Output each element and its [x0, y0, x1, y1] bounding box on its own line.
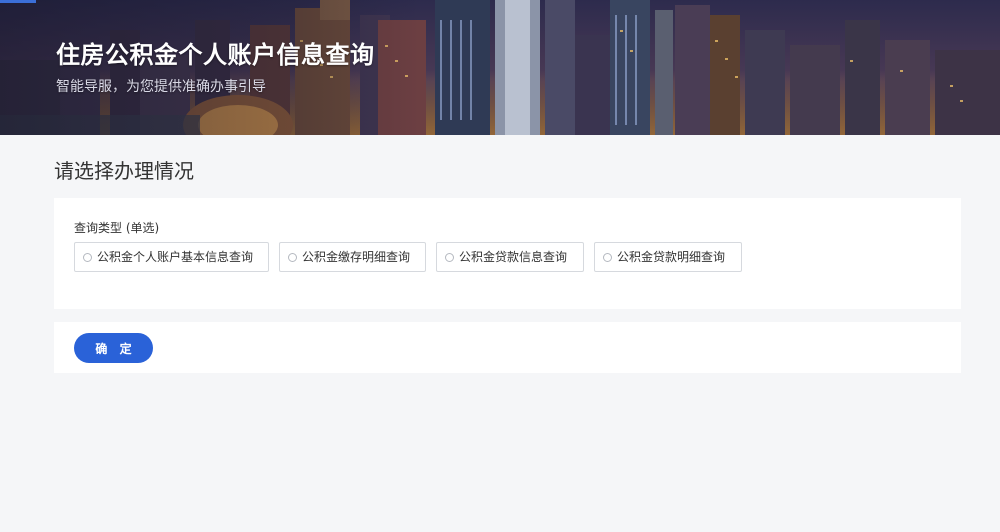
page-subtitle: 智能导服，为您提供准确办事引导 — [56, 79, 266, 95]
radio-option-label: 公积金贷款信息查询 — [459, 250, 568, 264]
radio-option-deposit-details[interactable]: 公积金缴存明细查询 — [279, 242, 426, 272]
radio-option-label: 公积金贷款明细查询 — [617, 250, 726, 264]
radio-circle-icon[interactable] — [603, 252, 612, 262]
radio-circle-icon[interactable] — [288, 252, 297, 262]
confirm-button[interactable]: 确 定 — [74, 333, 153, 363]
radio-option-loan-details[interactable]: 公积金贷款明细查询 — [594, 242, 742, 272]
radio-option-basic-info[interactable]: 公积金个人账户基本信息查询 — [74, 242, 269, 272]
page: 住房公积金个人账户信息查询 智能导服，为您提供准确办事引导 请选择办理情况 查询… — [0, 0, 1000, 532]
section-heading: 请选择办理情况 — [54, 159, 194, 183]
radio-option-label: 公积金缴存明细查询 — [302, 250, 411, 264]
top-accent-bar — [0, 0, 36, 3]
header-banner: 住房公积金个人账户信息查询 智能导服，为您提供准确办事引导 — [0, 0, 1000, 135]
actions-card: 确 定 — [54, 322, 961, 373]
radio-circle-icon[interactable] — [445, 252, 454, 262]
query-type-card: 查询类型 (单选) 公积金个人账户基本信息查询 公积金缴存明细查询 公积金贷款信… — [54, 198, 961, 309]
page-title: 住房公积金个人账户信息查询 — [56, 41, 375, 69]
radio-circle-icon[interactable] — [83, 252, 92, 262]
radio-option-label: 公积金个人账户基本信息查询 — [97, 250, 254, 264]
query-type-label: 查询类型 (单选) — [74, 221, 160, 235]
radio-option-loan-info[interactable]: 公积金贷款信息查询 — [436, 242, 584, 272]
